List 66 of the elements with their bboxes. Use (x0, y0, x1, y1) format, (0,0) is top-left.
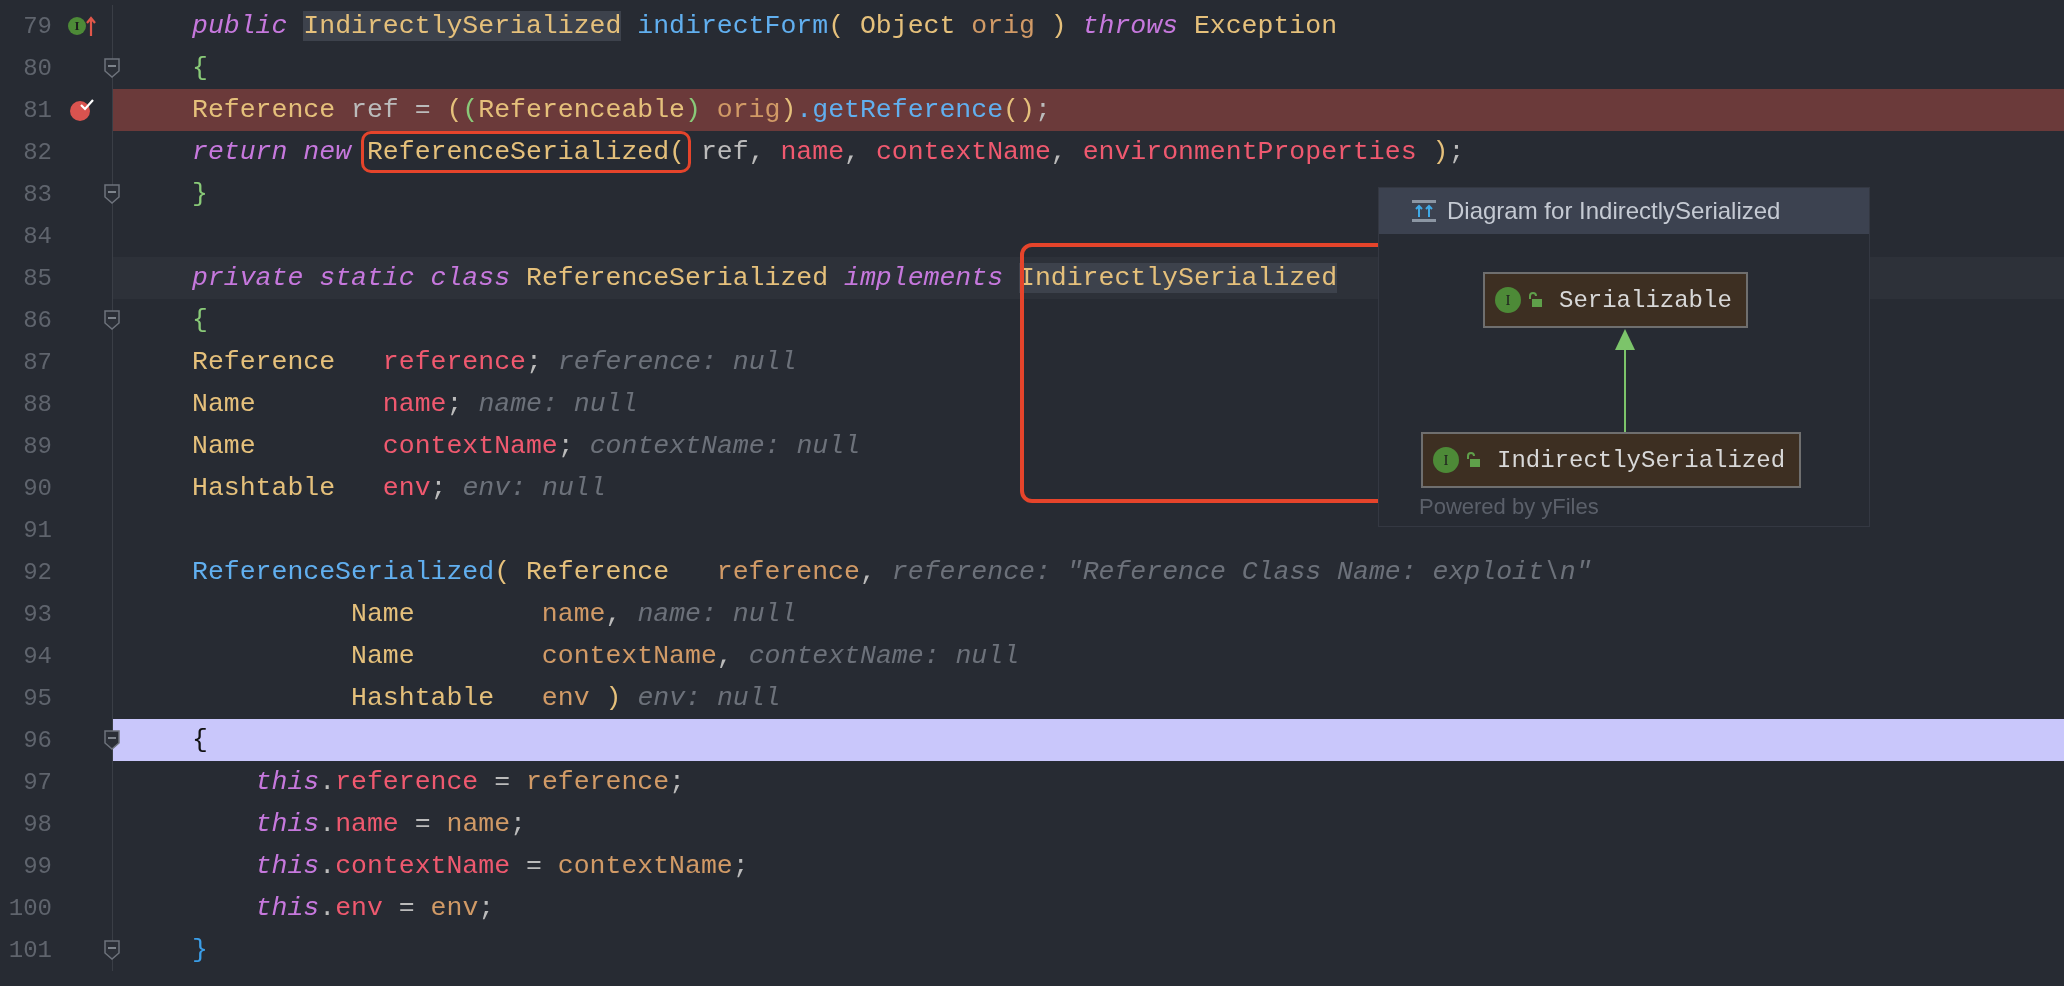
line-number: 94 (22, 642, 52, 670)
line-number: 93 (22, 600, 52, 628)
line-number: 101 (7, 936, 52, 964)
diagram-icon (1411, 199, 1437, 223)
code-line: Name contextName, (350, 640, 734, 673)
code-line: public IndirectlySerialized indirectForm( Object orig ) throws Exception (191, 10, 1339, 43)
line-number: 92 (22, 558, 52, 586)
line-number: 97 (22, 768, 52, 796)
line-number: 85 (22, 264, 52, 292)
breakpoint-icon[interactable] (68, 97, 96, 123)
line-number: 86 (22, 306, 52, 334)
code-line: } (191, 178, 209, 211)
code-line: private static class ReferenceSerialized implements IndirectlySerialized (191, 262, 1339, 295)
line-number: 99 (22, 852, 52, 880)
line-number: 84 (22, 222, 52, 250)
inlay-hint: reference: "Reference Class Name: exploit\n" (891, 557, 1592, 587)
interface-icon: I (1495, 287, 1521, 313)
code-line: return new ReferenceSerialized( ref, name, contextName, environmentProperties ); (184, 129, 1473, 175)
code-line: Name name; (191, 388, 464, 421)
inlay-hint: env: null (462, 473, 606, 503)
line-number: 98 (22, 810, 52, 838)
code-line: this.reference = reference; (254, 766, 686, 799)
inlay-hint: name: null (478, 389, 638, 419)
line-number: 88 (22, 390, 52, 418)
line-number: 82 (22, 138, 52, 166)
fold-icon[interactable] (104, 58, 120, 78)
code-line: Hashtable env ) (350, 682, 623, 715)
line-number: 79 (22, 12, 52, 40)
inlay-hint: name: null (637, 599, 797, 629)
line-number: 95 (22, 684, 52, 712)
code-line: { (191, 304, 209, 337)
line-number: 81 (22, 96, 52, 124)
code-line: { (191, 52, 209, 85)
code-line: } (191, 934, 209, 967)
code-line: this.name = name; (254, 808, 527, 841)
code-line: Reference ref = ((Referenceable) orig).getReference(); (191, 94, 1052, 127)
code-line: Name name, (350, 598, 623, 631)
interface-icon: I (1433, 447, 1459, 473)
unlocked-icon (1527, 292, 1543, 308)
fold-icon[interactable] (104, 184, 120, 204)
line-number: 89 (22, 432, 52, 460)
line-number: 87 (22, 348, 52, 376)
popup-title: Diagram for IndirectlySerialized (1447, 197, 1781, 225)
class-node[interactable]: I Serializable (1483, 272, 1748, 328)
fold-icon[interactable] (104, 310, 120, 330)
inlay-hint: reference: null (557, 347, 797, 377)
line-number: 80 (22, 54, 52, 82)
code-line: Name contextName; (191, 430, 575, 463)
code-line: this.env = env; (254, 892, 496, 925)
code-line: Reference reference; (191, 346, 543, 379)
line-number: 83 (22, 180, 52, 208)
line-number: 100 (7, 894, 52, 922)
code-line: this.contextName = contextName; (254, 850, 750, 883)
line-number: 96 (22, 726, 52, 754)
inlay-hint: contextName: null (748, 641, 1020, 671)
code-line: { (191, 724, 209, 757)
unlocked-icon (1465, 452, 1481, 468)
inlay-hint: env: null (637, 683, 781, 713)
class-node[interactable]: I IndirectlySerialized (1421, 432, 1802, 488)
line-number: 91 (22, 516, 52, 544)
line-number: 90 (22, 474, 52, 502)
fold-icon[interactable] (104, 940, 120, 960)
inlay-hint: contextName: null (589, 431, 861, 461)
code-line: ReferenceSerialized( Reference reference, (191, 556, 877, 589)
fold-icon[interactable] (104, 730, 120, 750)
code-line: Hashtable env; (191, 472, 448, 505)
